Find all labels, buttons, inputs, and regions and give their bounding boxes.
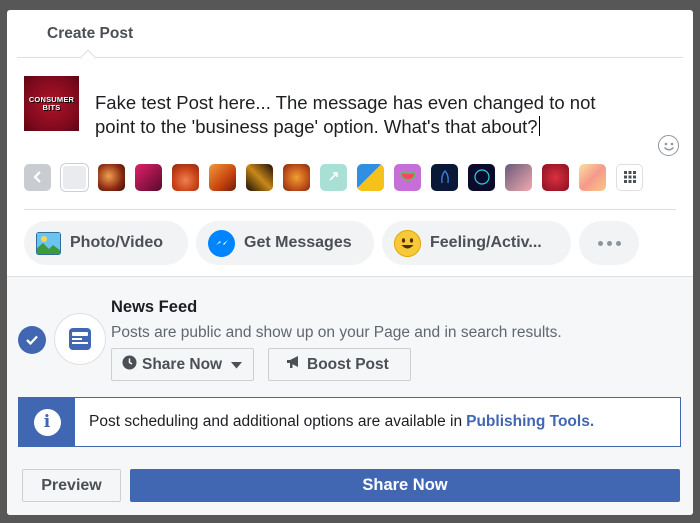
news-feed-title: News Feed: [111, 298, 198, 316]
info-text: Post scheduling and additional options a…: [75, 413, 594, 431]
bg-swatch-autumn[interactable]: [283, 163, 310, 191]
get-messages-button[interactable]: Get Messages: [196, 221, 374, 265]
bg-swatch-night-blue[interactable]: [431, 163, 458, 191]
publishing-tools-link[interactable]: Publishing Tools.: [466, 413, 594, 430]
bg-swatch-red-pattern[interactable]: [542, 163, 569, 191]
share-now-dropdown[interactable]: Share Now: [111, 348, 254, 381]
more-icon-dot: [597, 240, 603, 246]
get-messages-label: Get Messages: [244, 234, 352, 251]
bg-swatch-swirl[interactable]: [579, 163, 606, 191]
bg-swatch-fire[interactable]: [209, 163, 236, 191]
bg-swatch-warm-lights[interactable]: [98, 163, 125, 191]
photo-video-label: Photo/Video: [70, 234, 164, 251]
text-caret: [538, 116, 540, 136]
post-message-input[interactable]: Fake test Post here... The message has e…: [95, 91, 640, 139]
bg-swatch-dark-circle[interactable]: [468, 163, 495, 191]
bg-swatch-gold[interactable]: [246, 163, 273, 191]
more-options-button[interactable]: [579, 221, 639, 265]
bg-swatch-blue-yellow[interactable]: [357, 163, 384, 191]
bg-swatch-pattern[interactable]: [505, 163, 532, 191]
page-avatar[interactable]: CONSUMER BITS: [24, 76, 79, 131]
checkmark-icon[interactable]: [18, 326, 46, 354]
messenger-icon: [208, 229, 235, 257]
info-icon: i: [33, 408, 61, 436]
more-icon-dot: [615, 240, 621, 246]
clock-icon: [122, 355, 137, 375]
more-icon-dot: [606, 240, 612, 246]
bg-swatch-pink[interactable]: [135, 163, 162, 191]
megaphone-icon: [286, 355, 302, 374]
grid-icon[interactable]: [616, 163, 643, 191]
bg-swatch-leaves[interactable]: [172, 163, 199, 191]
chevron-left-icon[interactable]: [24, 163, 51, 191]
post-message-text: Fake test Post here... The message has e…: [95, 92, 596, 137]
caret-down-icon: [231, 356, 243, 374]
publish-options: News Feed Posts are public and show up o…: [7, 276, 693, 515]
boost-post-button[interactable]: Boost Post: [268, 348, 411, 381]
feeling-activity-label: Feeling/Activ...: [430, 234, 542, 251]
share-now-dropdown-label: Share Now: [142, 355, 223, 373]
preview-button[interactable]: Preview: [22, 469, 121, 502]
feeling-activity-button[interactable]: Feeling/Activ...: [382, 221, 571, 265]
bg-swatch-watermelon[interactable]: [394, 163, 421, 191]
composer: CONSUMER BITS Fake test Post here... The…: [7, 58, 693, 158]
dialog-title[interactable]: Create Post: [47, 25, 133, 43]
share-now-button[interactable]: Share Now: [130, 469, 680, 502]
info-text-body: Post scheduling and additional options a…: [89, 413, 463, 430]
info-banner: i Post scheduling and additional options…: [18, 397, 681, 447]
background-picker: [24, 163, 643, 191]
bg-swatch-mint[interactable]: [320, 163, 347, 191]
photo-icon: [36, 231, 61, 255]
avatar-text-line-2: BITS: [42, 102, 61, 112]
bg-swatch-plain[interactable]: [61, 163, 88, 191]
composer-actions: Photo/Video Get Messages Feeling/Activ..…: [24, 221, 639, 265]
news-feed-icon: [54, 313, 106, 365]
boost-post-label: Boost Post: [307, 355, 389, 373]
photo-video-button[interactable]: Photo/Video: [24, 221, 188, 265]
news-feed-description: Posts are public and show up on your Pag…: [111, 324, 562, 341]
divider: [24, 209, 676, 210]
feeling-icon: [394, 229, 421, 257]
info-banner-side: i: [19, 398, 75, 446]
dialog-header: Create Post: [7, 10, 693, 67]
create-post-dialog: Create Post CONSUMER BITS Fake test Post…: [7, 10, 693, 515]
smiley-icon[interactable]: [658, 135, 679, 156]
